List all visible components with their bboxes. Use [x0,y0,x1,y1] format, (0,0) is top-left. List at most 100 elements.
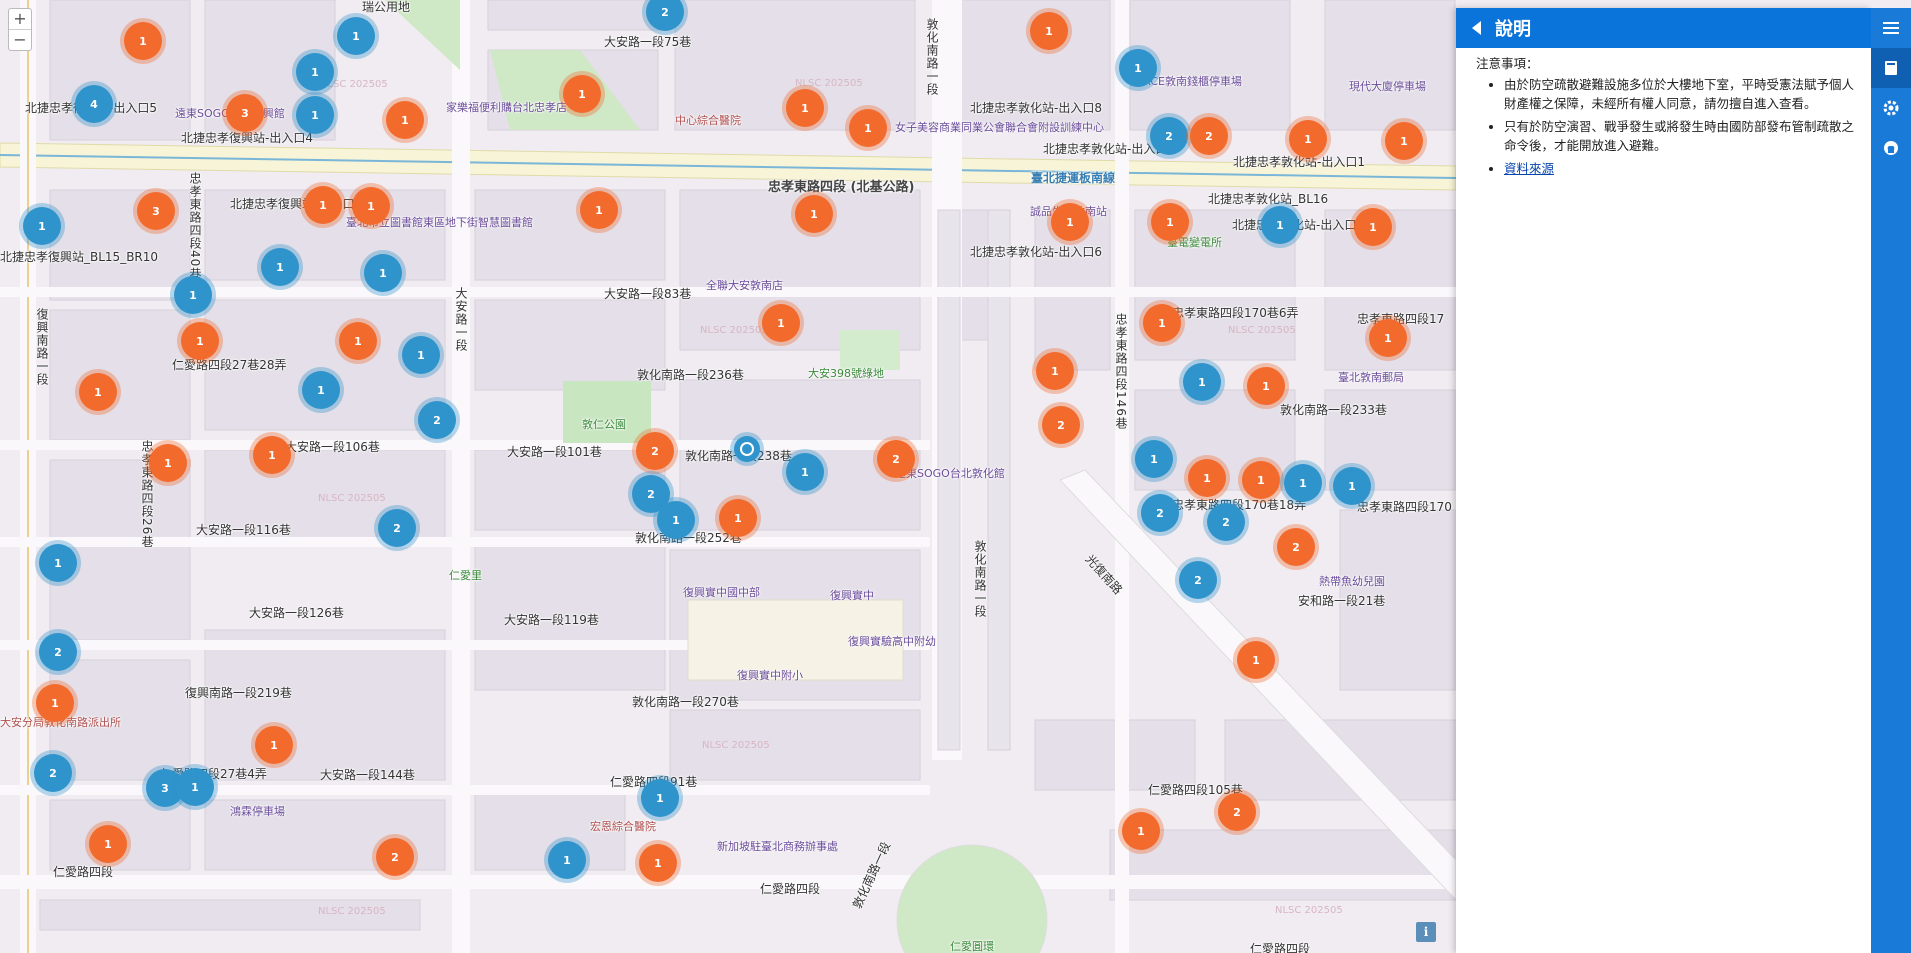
cluster-marker[interactable]: 1 [580,191,618,229]
cluster-marker[interactable]: 1 [339,322,377,360]
cluster-marker[interactable]: 1 [1369,319,1407,357]
poi-label: 北捷忠孝敦化站-出入口8 [970,101,1102,115]
cluster-marker[interactable]: 1 [719,499,757,537]
cluster-marker[interactable]: 1 [786,89,824,127]
cluster-marker[interactable]: 1 [304,186,342,224]
tab-github[interactable] [1871,128,1911,168]
poi-label: 仁愛里 [449,569,482,582]
cluster-marker[interactable]: 1 [352,187,390,225]
cluster-marker[interactable]: 1 [255,726,293,764]
road-label: 敦化南路一段233巷 [1280,403,1387,417]
cluster-marker[interactable]: 1 [176,768,214,806]
cluster-marker[interactable]: 1 [849,109,887,147]
cluster-marker[interactable]: 1 [1354,208,1392,246]
cluster-marker[interactable]: 1 [1385,122,1423,160]
cluster-marker[interactable]: 1 [402,336,440,374]
cluster-marker[interactable]: 1 [36,684,74,722]
current-location-marker[interactable] [734,436,760,462]
cluster-marker[interactable]: 1 [548,841,586,879]
cluster-marker[interactable]: 2 [34,754,72,792]
watermark: NLSC 202505 [1228,325,1296,336]
cluster-marker[interactable]: 1 [1151,203,1189,241]
road-label: 大安路一段101巷 [507,445,602,459]
road-label: 大安路一段 [454,287,468,352]
poi-label: 熱帶魚幼兒園 [1319,575,1385,588]
cluster-marker[interactable]: 1 [1261,206,1299,244]
cluster-marker[interactable]: 1 [639,844,677,882]
tab-info[interactable] [1871,48,1911,88]
cluster-marker[interactable]: 1 [174,276,212,314]
poi-label: 復興實中國中部 [683,586,760,599]
cluster-marker[interactable]: 2 [877,440,915,478]
cluster-marker[interactable]: 1 [657,501,695,539]
cluster-marker[interactable]: 1 [786,453,824,491]
zoom-control: + − [8,8,32,51]
cluster-marker[interactable]: 2 [39,633,77,671]
tab-menu[interactable] [1871,8,1911,48]
cluster-marker[interactable]: 1 [261,248,299,286]
cluster-marker[interactable]: 2 [1141,494,1179,532]
cluster-marker[interactable]: 1 [253,436,291,474]
cluster-marker[interactable]: 1 [124,22,162,60]
cluster-marker[interactable]: 1 [1143,304,1181,342]
road-label: 大安路一段126巷 [249,606,344,620]
cluster-marker[interactable]: 1 [1188,459,1226,497]
cluster-marker[interactable]: 1 [39,544,77,582]
cluster-marker[interactable]: 1 [302,371,340,409]
zoom-in-button[interactable]: + [9,9,31,29]
cluster-marker[interactable]: 1 [149,444,187,482]
cluster-marker[interactable]: 1 [1183,363,1221,401]
poi-label: 新加坡駐臺北商務辦事處 [717,840,838,853]
cluster-marker[interactable]: 1 [79,373,117,411]
cluster-marker[interactable]: 1 [337,17,375,55]
cluster-marker[interactable]: 1 [1030,12,1068,50]
road-label: 敦化南路一段 [925,18,939,96]
map-info-button[interactable]: i [1416,922,1436,942]
cluster-marker[interactable]: 2 [378,509,416,547]
cluster-marker[interactable]: 1 [1247,367,1285,405]
cluster-marker[interactable]: 1 [1051,203,1089,241]
cluster-marker[interactable]: 2 [1207,503,1245,541]
cluster-marker[interactable]: 2 [1218,793,1256,831]
cluster-marker[interactable]: 1 [1289,120,1327,158]
cluster-marker[interactable]: 1 [1122,812,1160,850]
cluster-marker[interactable]: 2 [1042,406,1080,444]
poi-label: 敦仁公園 [582,418,626,431]
cluster-marker[interactable]: 2 [1150,117,1188,155]
cluster-marker[interactable]: 2 [1190,117,1228,155]
cluster-marker[interactable]: 4 [75,85,113,123]
cluster-marker[interactable]: 1 [23,207,61,245]
cluster-marker[interactable]: 1 [1333,467,1371,505]
cluster-marker[interactable]: 1 [296,96,334,134]
cluster-marker[interactable]: 1 [364,254,402,292]
cluster-marker[interactable]: 2 [1179,561,1217,599]
road-label: 仁愛路四段 [760,882,821,896]
cluster-marker[interactable]: 1 [1284,464,1322,502]
cluster-marker[interactable]: 1 [563,75,601,113]
cluster-marker[interactable]: 3 [226,94,264,132]
cluster-marker[interactable]: 1 [181,322,219,360]
cluster-marker[interactable]: 1 [1237,641,1275,679]
cluster-marker[interactable]: 1 [89,825,127,863]
cluster-marker[interactable]: 1 [641,779,679,817]
cluster-marker[interactable]: 1 [386,101,424,139]
poi-label: 鴻霖停車場 [230,805,285,818]
cluster-marker[interactable]: 3 [137,192,175,230]
poi-label: ACE敦南錢櫃停車場 [1143,75,1242,88]
cluster-marker[interactable]: 2 [376,838,414,876]
collapse-arrow-icon[interactable] [1472,21,1481,35]
cluster-marker[interactable]: 1 [762,304,800,342]
road-label: 仁愛路四段 [53,865,114,879]
cluster-marker[interactable]: 1 [795,195,833,233]
source-link[interactable]: 資料來源 [1504,161,1554,176]
cluster-marker[interactable]: 1 [1242,461,1280,499]
tab-settings[interactable] [1871,88,1911,128]
cluster-marker[interactable]: 2 [636,432,674,470]
cluster-marker[interactable]: 1 [296,53,334,91]
zoom-out-button[interactable]: − [9,29,31,50]
cluster-marker[interactable]: 1 [1036,352,1074,390]
cluster-marker[interactable]: 2 [418,401,456,439]
cluster-marker[interactable]: 1 [1135,440,1173,478]
cluster-marker[interactable]: 2 [1277,528,1315,566]
cluster-marker[interactable]: 1 [1119,49,1157,87]
